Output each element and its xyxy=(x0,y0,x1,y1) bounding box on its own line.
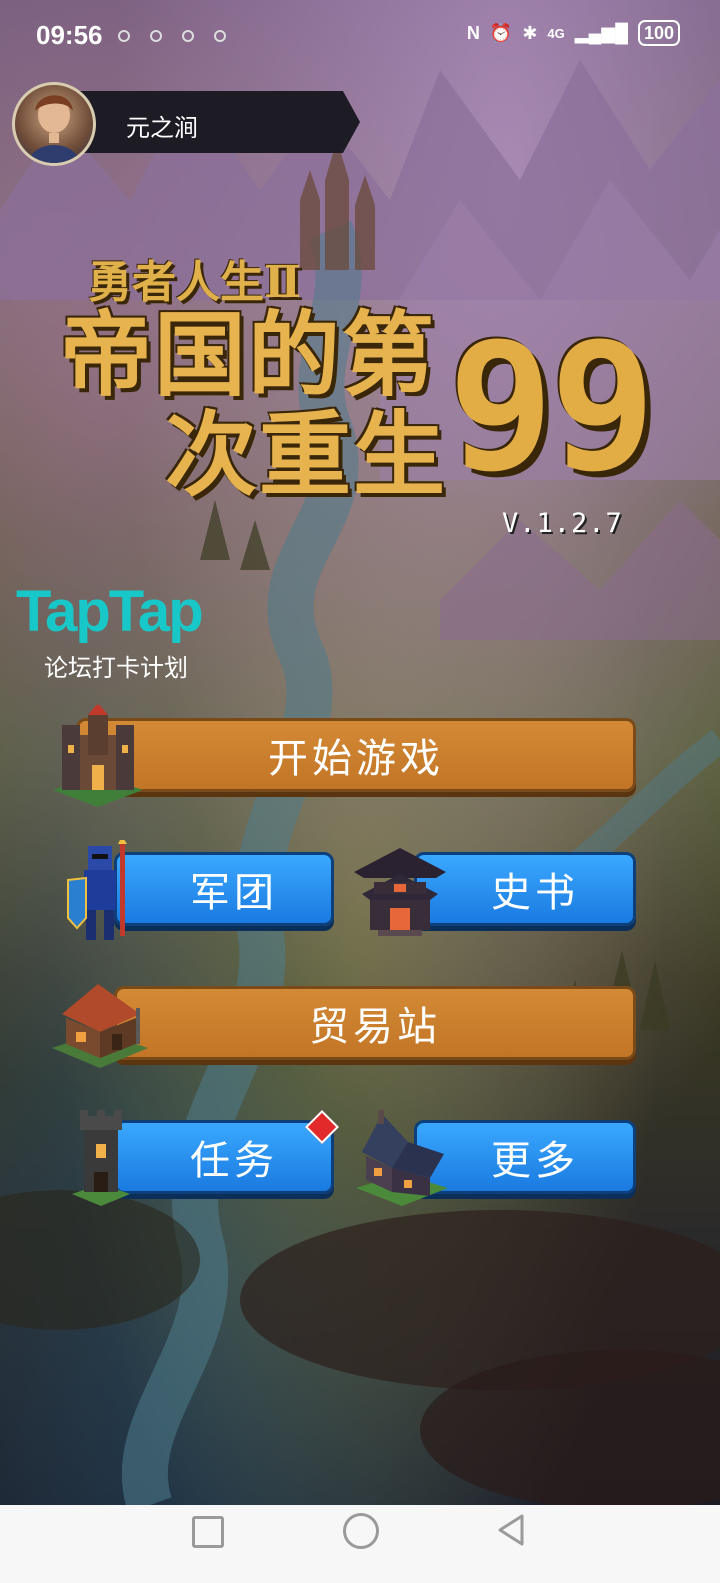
start-game-button[interactable]: 开始游戏 xyxy=(76,718,636,792)
notification-icon xyxy=(150,30,162,42)
game-title-line2: 次重生 xyxy=(165,401,448,509)
missions-button[interactable]: 任务 xyxy=(114,1120,334,1194)
notification-icon xyxy=(214,30,226,42)
version-label: V.1.2.7 xyxy=(502,508,623,539)
status-right: N ⏰ ✱ 4G ▂▄▆█ 100 xyxy=(467,20,680,46)
recent-apps-button[interactable] xyxy=(192,1516,224,1548)
notification-icon xyxy=(118,30,130,42)
temple-icon xyxy=(354,848,446,936)
battery-icon: 100 xyxy=(637,20,680,46)
back-button[interactable] xyxy=(496,1513,526,1547)
legion-label: 军团 xyxy=(190,870,278,916)
trading-post-label: 贸易站 xyxy=(309,1004,441,1050)
taptap-logo[interactable]: TapTap xyxy=(16,578,204,645)
status-bar: 09:56 N ⏰ ✱ 4G ▂▄▆█ 100 xyxy=(0,0,720,72)
start-game-label: 开始游戏 xyxy=(268,736,444,782)
home-button[interactable] xyxy=(343,1513,379,1549)
bluetooth-icon: ✱ xyxy=(522,22,538,43)
alarm-icon: ⏰ xyxy=(489,22,513,43)
missions-label: 任务 xyxy=(190,1138,278,1184)
tower-icon xyxy=(72,1110,130,1206)
house-icon xyxy=(356,1110,448,1206)
game-title-line1: 帝国的第 xyxy=(60,301,437,409)
status-time: 09:56 xyxy=(36,20,103,50)
player-name: 元之涧 xyxy=(126,114,198,142)
castle-icon xyxy=(53,705,143,807)
name-plate: 元之涧 xyxy=(76,91,360,153)
trading-post-button[interactable]: 贸易站 xyxy=(114,986,636,1060)
knight-icon xyxy=(67,840,127,940)
game-title-number: 99 xyxy=(448,305,656,510)
signal-icon: ▂▄▆█ xyxy=(574,22,628,43)
network-label: 4G xyxy=(547,25,565,41)
legion-button[interactable]: 军团 xyxy=(114,852,334,926)
notification-icon xyxy=(182,30,194,42)
shop-icon xyxy=(52,984,148,1068)
avatar[interactable] xyxy=(12,82,96,166)
nfc-icon: N xyxy=(466,22,480,43)
taptap-subtitle: 论坛打卡计划 xyxy=(44,654,188,682)
